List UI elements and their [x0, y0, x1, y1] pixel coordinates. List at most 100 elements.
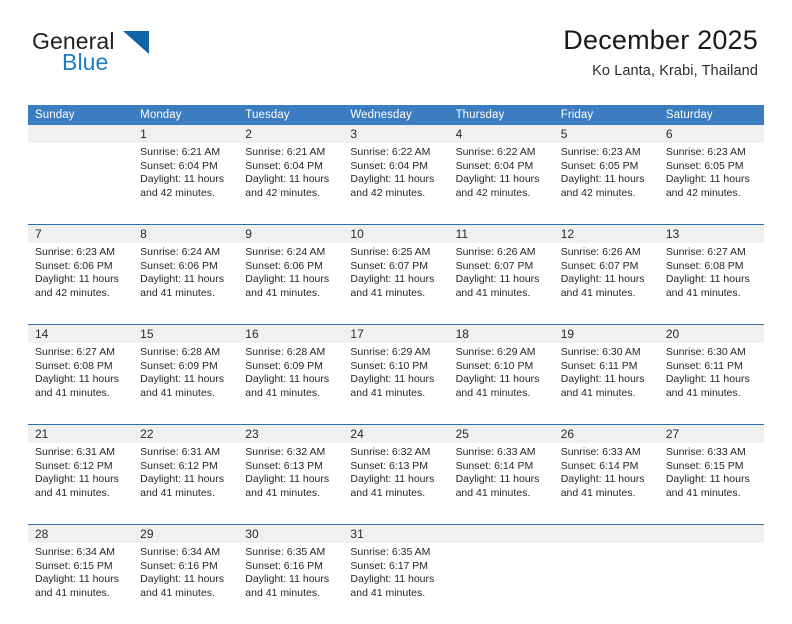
day-detail-cell[interactable]: Sunrise: 6:27 AM Sunset: 6:08 PM Dayligh… [658, 243, 764, 325]
day-number-cell[interactable]: 17 [343, 324, 449, 343]
day-number: 30 [245, 527, 259, 541]
day-number-cell[interactable]: 30 [238, 524, 344, 543]
day-detail-cell[interactable]: Sunrise: 6:26 AM Sunset: 6:07 PM Dayligh… [553, 243, 659, 325]
day-detail-cell[interactable]: Sunrise: 6:32 AM Sunset: 6:13 PM Dayligh… [238, 443, 344, 525]
day-number-cell[interactable]: 8 [133, 224, 239, 243]
day-number: 24 [350, 427, 364, 441]
day-number-cell[interactable]: 5 [553, 125, 659, 143]
day-number: 9 [245, 227, 252, 241]
day-number-cell[interactable]: 19 [553, 324, 659, 343]
day-number-cell[interactable]: 22 [133, 424, 239, 443]
day-detail-cell[interactable]: Sunrise: 6:33 AM Sunset: 6:14 PM Dayligh… [553, 443, 659, 525]
day-number: 4 [455, 127, 463, 141]
day-number-cell[interactable]: 14 [28, 324, 134, 343]
day-number-cell[interactable]: 24 [343, 424, 449, 443]
day-detail-cell[interactable]: Sunrise: 6:33 AM Sunset: 6:15 PM Dayligh… [658, 443, 764, 525]
page-header: General Blue December 2025 Ko Lanta, Kra… [0, 0, 792, 80]
day-number-cell[interactable]: 4 [448, 125, 554, 143]
sun-times-text: Sunrise: 6:28 AM Sunset: 6:09 PM Dayligh… [140, 346, 224, 399]
day-detail-cell[interactable]: Sunrise: 6:25 AM Sunset: 6:07 PM Dayligh… [343, 243, 449, 325]
sun-times-text: Sunrise: 6:30 AM Sunset: 6:11 PM Dayligh… [560, 346, 645, 399]
day-detail-cell[interactable]: Sunrise: 6:27 AM Sunset: 6:08 PM Dayligh… [28, 343, 134, 425]
day-number-cell[interactable]: 7 [28, 224, 134, 243]
sun-times-text: Sunrise: 6:30 AM Sunset: 6:11 PM Dayligh… [665, 346, 750, 399]
day-number-cell[interactable]: 2 [238, 125, 344, 143]
day-number: 27 [665, 427, 680, 441]
day-number-cell[interactable]: 27 [658, 424, 764, 443]
sun-times-text: Sunrise: 6:21 AM Sunset: 6:04 PM Dayligh… [245, 146, 330, 199]
brand-name-blue: Blue [62, 49, 109, 75]
day-detail-cell[interactable]: Sunrise: 6:21 AM Sunset: 6:04 PM Dayligh… [238, 143, 344, 225]
day-number: 15 [140, 327, 154, 341]
day-number-cell-empty [28, 125, 134, 143]
day-number: 3 [350, 127, 358, 141]
day-detail-cell[interactable]: Sunrise: 6:23 AM Sunset: 6:05 PM Dayligh… [553, 143, 659, 225]
sun-times-text: Sunrise: 6:23 AM Sunset: 6:05 PM Dayligh… [560, 146, 645, 199]
day-number-cell[interactable]: 10 [343, 224, 449, 243]
day-detail-cell[interactable]: Sunrise: 6:29 AM Sunset: 6:10 PM Dayligh… [343, 343, 449, 425]
day-number-cell[interactable]: 12 [553, 224, 659, 243]
day-number-cell[interactable]: 21 [28, 424, 134, 443]
brand-logo[interactable]: General Blue [30, 26, 210, 78]
week-detail-row: Sunrise: 6:27 AM Sunset: 6:08 PM Dayligh… [28, 343, 764, 425]
day-number: 31 [350, 527, 364, 541]
day-number [659, 525, 764, 527]
day-detail-cell[interactable]: Sunrise: 6:32 AM Sunset: 6:13 PM Dayligh… [343, 443, 449, 525]
weekday-header-saturday: Saturday [658, 105, 764, 125]
day-number: 14 [35, 327, 49, 341]
day-detail-cell[interactable]: Sunrise: 6:33 AM Sunset: 6:14 PM Dayligh… [448, 443, 554, 525]
day-number-cell[interactable]: 25 [448, 424, 554, 443]
day-number-cell[interactable]: 9 [238, 224, 344, 243]
weekday-header-wednesday: Wednesday [343, 105, 449, 125]
sun-times-text: Sunrise: 6:34 AM Sunset: 6:16 PM Dayligh… [140, 546, 224, 599]
day-detail-cell[interactable]: Sunrise: 6:31 AM Sunset: 6:12 PM Dayligh… [28, 443, 134, 525]
day-number-cell[interactable]: 29 [133, 524, 239, 543]
day-detail-cell[interactable]: Sunrise: 6:29 AM Sunset: 6:10 PM Dayligh… [448, 343, 554, 425]
sun-times-text: Sunrise: 6:34 AM Sunset: 6:15 PM Dayligh… [35, 546, 119, 599]
day-number-cell[interactable]: 15 [133, 324, 239, 343]
day-number-cell[interactable]: 3 [343, 125, 449, 143]
day-number: 12 [560, 227, 575, 241]
day-detail-cell[interactable]: Sunrise: 6:30 AM Sunset: 6:11 PM Dayligh… [658, 343, 764, 425]
day-number [28, 125, 133, 127]
day-detail-cell[interactable]: Sunrise: 6:21 AM Sunset: 6:04 PM Dayligh… [133, 143, 239, 225]
day-detail-cell[interactable]: Sunrise: 6:22 AM Sunset: 6:04 PM Dayligh… [343, 143, 449, 225]
week-daynumber-row: 14 15 16 17 18 19 20 [28, 324, 764, 343]
day-detail-cell[interactable]: Sunrise: 6:30 AM Sunset: 6:11 PM Dayligh… [553, 343, 659, 425]
day-number: 25 [455, 427, 469, 441]
sun-times-text: Sunrise: 6:35 AM Sunset: 6:17 PM Dayligh… [350, 546, 435, 599]
day-detail-cell[interactable]: Sunrise: 6:28 AM Sunset: 6:09 PM Dayligh… [133, 343, 239, 425]
sun-times-text: Sunrise: 6:22 AM Sunset: 6:04 PM Dayligh… [350, 146, 435, 199]
sun-times-text: Sunrise: 6:33 AM Sunset: 6:15 PM Dayligh… [665, 446, 750, 499]
day-number-cell[interactable]: 16 [238, 324, 344, 343]
day-number: 11 [455, 227, 469, 241]
day-number-cell[interactable]: 28 [28, 524, 134, 543]
week-detail-row: Sunrise: 6:31 AM Sunset: 6:12 PM Dayligh… [28, 443, 764, 525]
day-number: 1 [140, 127, 147, 141]
day-number-cell[interactable]: 23 [238, 424, 344, 443]
calendar-page: General Blue December 2025 Ko Lanta, Kra… [0, 0, 792, 624]
day-number-cell-empty [553, 524, 659, 543]
day-detail-cell[interactable]: Sunrise: 6:31 AM Sunset: 6:12 PM Dayligh… [133, 443, 239, 525]
day-detail-cell[interactable]: Sunrise: 6:24 AM Sunset: 6:06 PM Dayligh… [133, 243, 239, 325]
day-detail-cell[interactable]: Sunrise: 6:23 AM Sunset: 6:05 PM Dayligh… [658, 143, 764, 225]
day-number-cell[interactable]: 31 [343, 524, 449, 543]
day-number-cell[interactable]: 13 [658, 224, 764, 243]
sun-times-text: Sunrise: 6:31 AM Sunset: 6:12 PM Dayligh… [35, 446, 119, 499]
day-detail-cell[interactable]: Sunrise: 6:22 AM Sunset: 6:04 PM Dayligh… [448, 143, 554, 225]
day-detail-cell[interactable]: Sunrise: 6:28 AM Sunset: 6:09 PM Dayligh… [238, 343, 344, 425]
day-detail-cell[interactable]: Sunrise: 6:26 AM Sunset: 6:07 PM Dayligh… [448, 243, 554, 325]
day-number-cell[interactable]: 26 [553, 424, 659, 443]
day-number-cell[interactable]: 11 [448, 224, 554, 243]
page-subtitle: Ko Lanta, Krabi, Thailand [592, 63, 758, 80]
day-detail-cell[interactable]: Sunrise: 6:24 AM Sunset: 6:06 PM Dayligh… [238, 243, 344, 325]
sun-times-text: Sunrise: 6:32 AM Sunset: 6:13 PM Dayligh… [350, 446, 435, 499]
day-number-cell[interactable]: 20 [658, 324, 764, 343]
sun-times-text: Sunrise: 6:35 AM Sunset: 6:16 PM Dayligh… [245, 546, 330, 599]
day-number-cell[interactable]: 18 [448, 324, 554, 343]
day-detail-cell[interactable]: Sunrise: 6:23 AM Sunset: 6:06 PM Dayligh… [28, 243, 134, 325]
day-number [449, 525, 554, 527]
day-number-cell[interactable]: 1 [133, 125, 239, 143]
day-number: 6 [665, 127, 673, 141]
day-number-cell[interactable]: 6 [658, 125, 764, 143]
